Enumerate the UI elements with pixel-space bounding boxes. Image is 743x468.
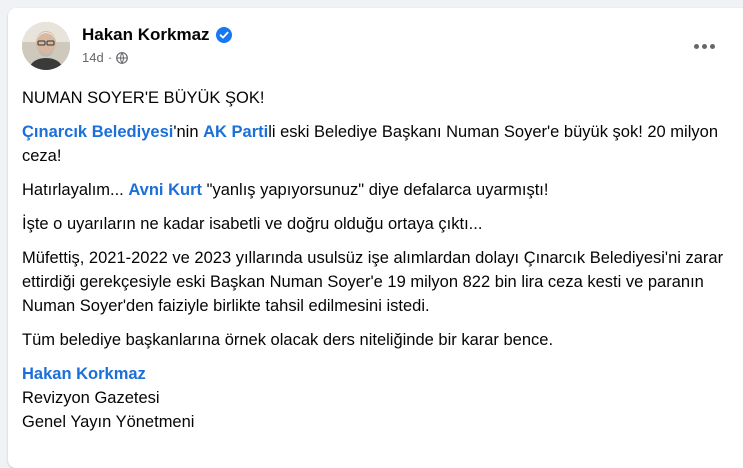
post-body: NUMAN SOYER'E BÜYÜK ŞOK! Çınarcık Beledi… xyxy=(22,86,734,444)
post-paragraph-5: Tüm belediye başkanlarına örnek olacak d… xyxy=(22,331,554,349)
paragraph-text: Hatırlayalım... xyxy=(22,181,129,199)
mention-avni-kurt[interactable]: Avni Kurt xyxy=(128,181,202,199)
paragraph-text: 'nin xyxy=(173,123,204,141)
globe-icon xyxy=(116,51,128,64)
post-headline: NUMAN SOYER'E BÜYÜK ŞOK! xyxy=(22,89,265,107)
post-header: Hakan Korkmaz 14d · xyxy=(22,22,722,78)
mention-cinarcik-belediyesi[interactable]: Çınarcık Belediyesi xyxy=(22,123,173,141)
verified-badge-icon xyxy=(215,27,232,43)
paragraph-text: "yanlış yapıyorsunuz" diye defalarca uya… xyxy=(202,181,549,199)
signature-line-1: Revizyon Gazetesi xyxy=(22,389,160,407)
post-meta: 14d · xyxy=(82,50,128,65)
post-paragraph-3: İşte o uyarıların ne kadar isabetli ve d… xyxy=(22,215,483,233)
meta-separator: · xyxy=(107,50,113,65)
post-signature: Hakan Korkmaz Revizyon Gazetesi Genel Ya… xyxy=(22,362,734,434)
avatar[interactable] xyxy=(22,22,70,70)
post-paragraph-4: Müfettiş, 2021-2022 ve 2023 yıllarında u… xyxy=(22,249,724,315)
mention-hakan-korkmaz[interactable]: Hakan Korkmaz xyxy=(22,362,734,386)
post-paragraph-2: Hatırlayalım... Avni Kurt "yanlış yapıyo… xyxy=(22,178,734,202)
mention-ak-parti[interactable]: AK Parti xyxy=(203,123,268,141)
post-card: Hakan Korkmaz 14d · NUMAN SOYER'E BÜYÜK … xyxy=(8,8,743,468)
post-paragraph-1: Çınarcık Belediyesi'nin AK Partili eski … xyxy=(22,120,734,168)
avatar-photo-icon xyxy=(22,22,70,70)
post-timestamp[interactable]: 14d xyxy=(82,50,104,65)
more-options-icon[interactable] xyxy=(686,32,722,60)
author-name[interactable]: Hakan Korkmaz xyxy=(82,25,210,45)
signature-line-2: Genel Yayın Yönetmeni xyxy=(22,413,195,431)
